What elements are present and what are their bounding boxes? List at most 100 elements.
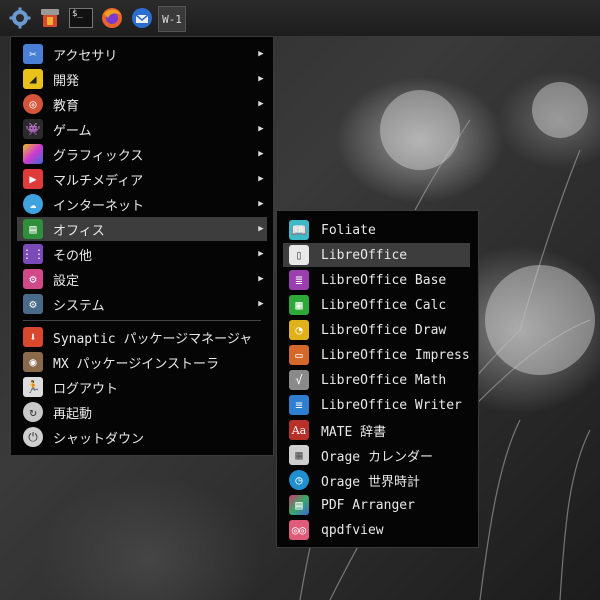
education-icon: ◎ [23,94,43,114]
calendar-icon: ▦ [289,445,309,465]
menu-item-label: Orage 世界時計 [321,474,420,490]
workspace-switcher[interactable]: W-1 [158,6,186,32]
submenu-arrow-icon: ▶ [258,49,264,59]
libreoffice-base-icon: ≣ [289,270,309,290]
submenu-item-libreoffice-calc[interactable]: ▦ LibreOffice Calc [283,293,470,317]
submenu-arrow-icon: ▶ [258,249,264,259]
libreoffice-icon: ▯ [289,245,309,265]
menu-item-label: LibreOffice Impress [321,347,470,363]
system-icon: ⚙ [23,294,43,314]
mx-installer-icon: ◉ [23,352,43,372]
menu-item-system[interactable]: ⚙ システム ▶ [17,292,267,316]
office-icon: ▤ [23,219,43,239]
settings-icon: ⚙ [23,269,43,289]
menu-item-label: Orage カレンダー [321,449,433,465]
submenu-item-mate-dictionary[interactable]: Aa MATE 辞書 [283,418,470,442]
submenu-item-libreoffice-math[interactable]: √ LibreOffice Math [283,368,470,392]
submenu-item-libreoffice-impress[interactable]: ▭ LibreOffice Impress [283,343,470,367]
qpdfview-icon: ◎◎ [289,520,309,540]
menu-item-label: オフィス [53,223,105,239]
menu-item-label: アクセサリ [53,48,118,64]
foliate-icon: 📖 [289,220,309,240]
thunderbird-icon[interactable] [130,6,154,30]
submenu-arrow-icon: ▶ [258,299,264,309]
menu-item-synaptic[interactable]: ⬇ Synaptic パッケージマネージャ [17,325,267,349]
libreoffice-impress-icon: ▭ [289,345,309,365]
menu-item-internet[interactable]: ☁ インターネット ▶ [17,192,267,216]
menu-item-label: LibreOffice Calc [321,297,447,313]
menu-item-office[interactable]: ▤ オフィス ▶ [17,217,267,241]
menu-item-other[interactable]: ⋮⋮ その他 ▶ [17,242,267,266]
clock-icon: ◷ [289,470,309,490]
menu-item-development[interactable]: ◢ 開発 ▶ [17,67,267,91]
menu-item-shutdown[interactable]: ⏻ シャットダウン [17,425,267,449]
accessories-icon: ✂ [23,44,43,64]
logout-icon: 🏃 [23,377,43,397]
internet-icon: ☁ [23,194,43,214]
games-icon: 👾 [23,119,43,139]
menu-item-label: MATE 辞書 [321,424,387,440]
menu-item-label: ログアウト [53,381,119,397]
menu-item-multimedia[interactable]: ▶ マルチメディア ▶ [17,167,267,191]
menu-item-label: LibreOffice Writer [321,397,462,413]
submenu-item-libreoffice-draw[interactable]: ◔ LibreOffice Draw [283,318,470,342]
other-icon: ⋮⋮ [21,244,45,264]
submenu-item-libreoffice-base[interactable]: ≣ LibreOffice Base [283,268,470,292]
libreoffice-draw-icon: ◔ [289,320,309,340]
firefox-icon[interactable] [100,6,124,30]
menu-item-graphics[interactable]: グラフィックス ▶ [17,142,267,166]
graphics-icon [23,144,43,164]
top-panel: $_ W-1 [0,0,600,36]
menu-item-mx-installer[interactable]: ◉ MX パッケージインストーラ [17,350,267,374]
workspace-label: W-1 [162,12,182,26]
menu-item-label: グラフィックス [53,148,144,164]
menu-item-education[interactable]: ◎ 教育 ▶ [17,92,267,116]
submenu-arrow-icon: ▶ [258,199,264,209]
menu-item-label: 開発 [53,73,80,89]
dictionary-icon: Aa [289,420,309,440]
terminal-prompt: $_ [69,8,93,28]
synaptic-icon[interactable] [38,6,62,30]
restart-icon: ↻ [23,402,43,422]
menu-item-restart[interactable]: ↻ 再起動 [17,400,267,424]
menu-item-label: シャットダウン [53,431,145,447]
menu-item-label: インターネット [53,198,145,214]
submenu-item-qpdfview[interactable]: ◎◎ qpdfview [283,518,470,542]
submenu-item-libreoffice-writer[interactable]: ≡ LibreOffice Writer [283,393,470,417]
submenu-item-foliate[interactable]: 📖 Foliate [283,218,470,242]
menu-item-label: PDF Arranger [321,497,415,513]
menu-item-label: 設定 [53,273,80,289]
libreoffice-writer-icon: ≡ [289,395,309,415]
menu-item-logout[interactable]: 🏃 ログアウト [17,375,267,399]
submenu-arrow-icon: ▶ [258,274,264,284]
menu-item-label: LibreOffice [321,247,408,263]
submenu-item-libreoffice[interactable]: ▯ LibreOffice [283,243,470,267]
submenu-arrow-icon: ▶ [258,224,264,234]
submenu-arrow-icon: ▶ [258,74,264,84]
menu-item-label: LibreOffice Base [321,272,447,288]
menu-item-label: MX パッケージインストーラ [53,356,219,372]
menu-item-label: qpdfview [321,522,384,538]
menu-item-label: マルチメディア [53,173,144,189]
submenu-item-pdf-arranger[interactable]: ▤ PDF Arranger [283,493,470,517]
terminal-icon[interactable]: $_ [68,6,94,30]
menu-item-settings[interactable]: ⚙ 設定 ▶ [17,267,267,291]
menu-item-label: Foliate [321,222,376,238]
submenu-arrow-icon: ▶ [258,99,264,109]
gear-icon[interactable] [8,6,32,30]
development-icon: ◢ [23,69,43,89]
menu-item-accessories[interactable]: ✂ アクセサリ ▶ [17,42,267,66]
menu-item-label: システム [53,298,105,314]
menu-item-label: LibreOffice Draw [321,322,447,338]
multimedia-icon: ▶ [23,169,43,189]
menu-item-label: 再起動 [53,406,93,422]
libreoffice-math-icon: √ [289,370,309,390]
menu-item-label: Synaptic パッケージマネージャ [53,331,253,347]
menu-item-label: その他 [53,248,93,264]
menu-item-games[interactable]: 👾 ゲーム ▶ [17,117,267,141]
menu-item-label: ゲーム [53,123,92,139]
submenu-item-orage-clock[interactable]: ◷ Orage 世界時計 [283,468,470,492]
pdf-arranger-icon: ▤ [289,495,309,515]
office-submenu: 📖 Foliate ▯ LibreOffice ≣ LibreOffice Ba… [276,210,479,548]
submenu-item-orage-calendar[interactable]: ▦ Orage カレンダー [283,443,470,467]
